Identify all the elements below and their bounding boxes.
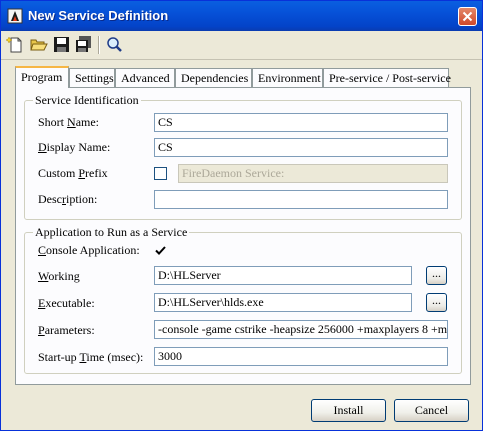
short-name-label: Short Name: (38, 115, 100, 129)
display-name-input[interactable]: CS (154, 138, 448, 157)
browse-executable-button[interactable]: ... (426, 293, 447, 312)
startup-time-input[interactable]: 3000 (154, 347, 448, 366)
console-application-checkbox[interactable] (154, 244, 167, 257)
tab-pre-post-service[interactable]: Pre-service / Post-service (323, 68, 451, 87)
description-label: Description: (38, 192, 98, 206)
working-directory-input[interactable]: D:\HLServer (154, 266, 412, 285)
tab-dependencies[interactable]: Dependencies (175, 68, 252, 87)
open-button[interactable] (29, 35, 48, 54)
toolbar-separator (98, 36, 100, 54)
custom-prefix-label: Custom Prefix (38, 166, 108, 180)
dialog-window: New Service Definition Program Settings … (0, 0, 483, 431)
executable-input[interactable]: D:\HLServer\hlds.exe (154, 293, 412, 312)
toolbar (1, 31, 482, 60)
service-identification-legend: Service Identification (33, 93, 141, 108)
description-input[interactable] (154, 190, 448, 209)
parameters-label: Parameters: (38, 323, 95, 337)
cancel-button[interactable]: Cancel (394, 399, 469, 422)
firedaemon-app-icon (7, 8, 23, 24)
save-icon (54, 37, 69, 52)
console-application-label: Console Application: (38, 243, 140, 257)
tab-program[interactable]: Program (15, 66, 69, 88)
search-icon (107, 37, 122, 52)
tab-environment[interactable]: Environment (252, 68, 323, 87)
tab-settings[interactable]: Settings (69, 68, 115, 87)
working-label: Working (38, 269, 80, 283)
save-button[interactable] (52, 35, 71, 54)
startup-time-label: Start-up Time (msec): (38, 350, 144, 364)
executable-label: Executable: (38, 296, 95, 310)
display-name-label: Display Name: (38, 140, 111, 154)
application-legend: Application to Run as a Service (33, 225, 190, 240)
browse-working-button[interactable]: ... (426, 266, 447, 285)
new-button[interactable] (5, 35, 25, 54)
tab-advanced[interactable]: Advanced (115, 68, 175, 87)
short-name-input[interactable]: CS (154, 113, 448, 132)
custom-prefix-checkbox[interactable] (154, 167, 167, 180)
save-all-icon (76, 36, 91, 52)
close-icon (462, 11, 473, 22)
application-group: Application to Run as a Service Console … (24, 225, 462, 374)
find-button[interactable] (105, 35, 124, 54)
service-identification-group: Service Identification Short Name: CS Di… (24, 93, 462, 220)
close-button[interactable] (458, 7, 477, 26)
save-all-button[interactable] (74, 35, 93, 54)
window-title: New Service Definition (28, 8, 169, 23)
parameters-input[interactable]: -console -game cstrike -heapsize 256000 … (154, 320, 448, 339)
title-bar[interactable]: New Service Definition (1, 1, 482, 31)
install-button[interactable]: Install (311, 399, 386, 422)
new-document-icon (5, 36, 22, 53)
custom-prefix-input: FireDaemon Service: (178, 164, 448, 183)
open-folder-icon (30, 39, 48, 51)
checkmark-icon (155, 246, 166, 255)
tab-panel-program: Service Identification Short Name: CS Di… (15, 87, 471, 385)
